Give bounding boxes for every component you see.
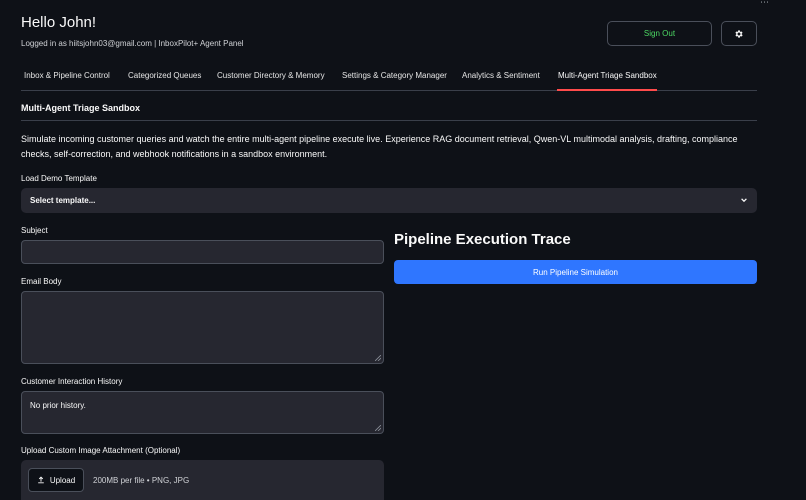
tab-customer-directory[interactable]: Customer Directory & Memory [217, 71, 325, 80]
active-tab-indicator [557, 89, 657, 91]
sign-out-button[interactable]: Sign Out [607, 21, 712, 46]
template-selected-value: Select template... [30, 196, 96, 205]
email-body-label: Email Body [21, 277, 62, 286]
upload-label: Upload Custom Image Attachment (Optional… [21, 446, 181, 455]
resize-handle-icon[interactable] [375, 355, 381, 361]
upload-button[interactable]: Upload [28, 468, 84, 492]
history-textarea[interactable]: No prior history. [21, 391, 384, 434]
tab-settings-category[interactable]: Settings & Category Manager [342, 71, 447, 80]
subject-input[interactable] [21, 240, 384, 264]
main-tabs: Inbox & Pipeline Control Categorized Que… [21, 67, 757, 91]
tab-inbox-pipeline[interactable]: Inbox & Pipeline Control [24, 71, 110, 80]
section-description: Simulate incoming customer queries and w… [21, 134, 738, 159]
history-value: No prior history. [30, 401, 86, 410]
upload-icon [38, 476, 44, 484]
resize-handle-icon[interactable] [375, 425, 381, 431]
run-simulation-button[interactable]: Run Pipeline Simulation [394, 260, 757, 284]
upload-button-label: Upload [49, 475, 76, 485]
login-info: Logged in as hiitsjohn03@gmail.com | Inb… [21, 39, 244, 48]
history-label: Customer Interaction History [21, 377, 123, 386]
overflow-icon[interactable]: ⋯ [760, 0, 769, 8]
section-title: Multi-Agent Triage Sandbox [21, 103, 141, 113]
trace-title: Pipeline Execution Trace [394, 231, 571, 248]
email-body-textarea[interactable] [21, 291, 384, 364]
greeting-heading: Hello John! [21, 14, 97, 31]
settings-button[interactable] [721, 21, 757, 46]
file-dropzone[interactable]: Upload 200MB per file • PNG, JPG [21, 460, 384, 500]
section-divider [21, 120, 757, 121]
subject-label: Subject [21, 226, 48, 235]
chevron-down-icon [741, 198, 747, 203]
tab-analytics[interactable]: Analytics & Sentiment [462, 71, 540, 80]
tab-triage-sandbox[interactable]: Multi-Agent Triage Sandbox [558, 71, 657, 80]
template-select[interactable]: Select template... [21, 188, 757, 213]
gear-icon [735, 29, 743, 38]
template-label: Load Demo Template [21, 174, 97, 183]
tab-categorized-queues[interactable]: Categorized Queues [128, 71, 201, 80]
upload-hint: 200MB per file • PNG, JPG [93, 476, 190, 485]
